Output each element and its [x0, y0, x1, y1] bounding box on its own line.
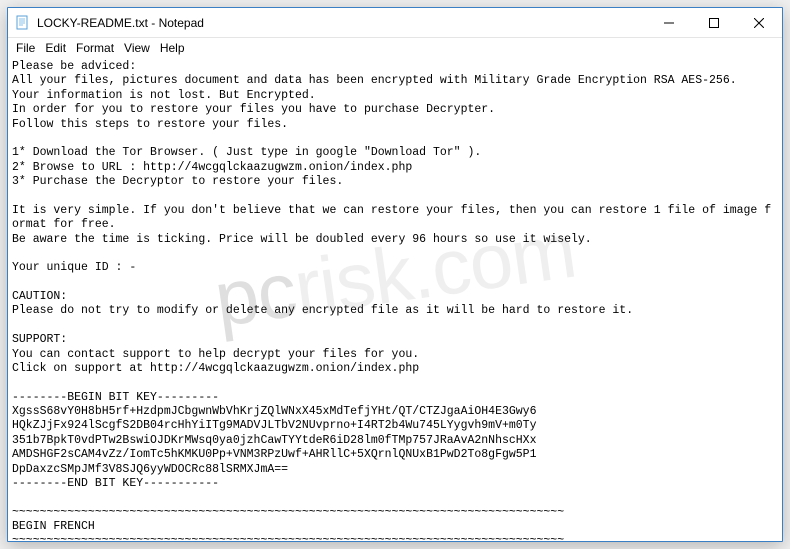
- line: BEGIN FRENCH: [12, 520, 95, 533]
- line: ~~~~~~~~~~~~~~~~~~~~~~~~~~~~~~~~~~~~~~~~…: [12, 534, 564, 541]
- line: --------BEGIN BIT KEY---------: [12, 391, 219, 404]
- line: AMDSHGF2sCAM4vZz/IomTc5hKMKU0Pp+VNM3RPzU…: [12, 448, 537, 461]
- window-controls: [646, 8, 782, 37]
- line: ~~~~~~~~~~~~~~~~~~~~~~~~~~~~~~~~~~~~~~~~…: [12, 506, 564, 519]
- line: In order for you to restore your files y…: [12, 103, 495, 116]
- line: 351b7BpkT0vdPTw2BswiOJDKrMWsq0ya0jzhCawT…: [12, 434, 537, 447]
- notepad-window: LOCKY-README.txt - Notepad File Edit For…: [7, 7, 783, 542]
- title-bar[interactable]: LOCKY-README.txt - Notepad: [8, 8, 782, 38]
- line: 3* Purchase the Decryptor to restore you…: [12, 175, 343, 188]
- line: CAUTION:: [12, 290, 67, 303]
- line: Your unique ID : -: [12, 261, 136, 274]
- menu-file[interactable]: File: [11, 39, 40, 57]
- line: All your files, pictures document and da…: [12, 74, 737, 87]
- line: You can contact support to help decrypt …: [12, 348, 419, 361]
- line: Follow this steps to restore your files.: [12, 118, 288, 131]
- line: --------END BIT KEY-----------: [12, 477, 219, 490]
- text-area[interactable]: Please be adviced: All your files, pictu…: [8, 58, 782, 541]
- menu-bar: File Edit Format View Help: [8, 38, 782, 58]
- menu-help[interactable]: Help: [155, 39, 190, 57]
- line: DpDaxzcSMpJMf3V8SJQ6yyWDOCRc88lSRMXJmA==: [12, 463, 288, 476]
- minimize-button[interactable]: [646, 8, 691, 37]
- line: HQkZJjFx924lScgfS2DB04rcHhYiITg9MADVJLTb…: [12, 419, 537, 432]
- line: XgssS68vY0H8bH5rf+HzdpmJCbgwnWbVhKrjZQlW…: [12, 405, 537, 418]
- line: 2* Browse to URL : http://4wcgqlckaazugw…: [12, 161, 412, 174]
- line: Click on support at http://4wcgqlckaazug…: [12, 362, 419, 375]
- maximize-button[interactable]: [691, 8, 736, 37]
- line: SUPPORT:: [12, 333, 67, 346]
- line: Please be adviced:: [12, 60, 136, 73]
- menu-view[interactable]: View: [119, 39, 155, 57]
- line: 1* Download the Tor Browser. ( Just type…: [12, 146, 481, 159]
- line: Your information is not lost. But Encryp…: [12, 89, 316, 102]
- close-button[interactable]: [736, 8, 782, 37]
- line: Be aware the time is ticking. Price will…: [12, 233, 592, 246]
- notepad-icon: [15, 15, 31, 31]
- line: Please do not try to modify or delete an…: [12, 304, 633, 317]
- line: It is very simple. If you don't believe …: [12, 204, 771, 231]
- menu-format[interactable]: Format: [71, 39, 119, 57]
- menu-edit[interactable]: Edit: [40, 39, 71, 57]
- window-title: LOCKY-README.txt - Notepad: [37, 16, 646, 30]
